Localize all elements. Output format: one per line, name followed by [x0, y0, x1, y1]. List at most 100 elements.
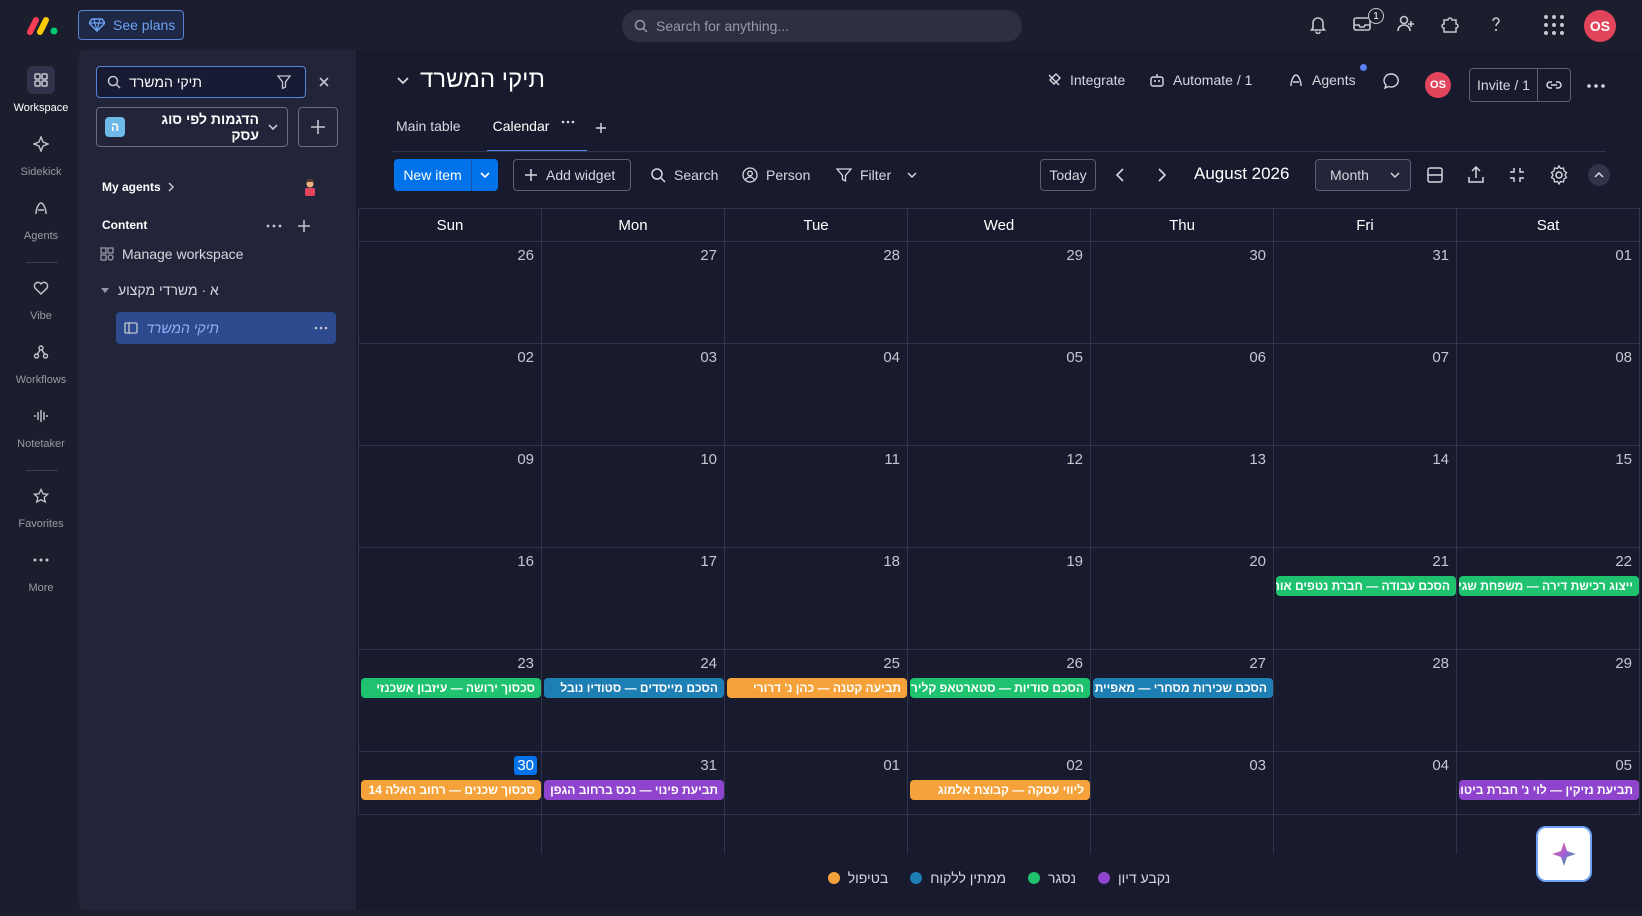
rail-item-favorites[interactable]: Favorites	[4, 482, 78, 538]
rail-item-notetaker[interactable]: Notetaker	[4, 402, 78, 458]
calendar-day-cell[interactable]: 02 ליווי עסקה — קבוצת אלמוג	[908, 752, 1091, 854]
calendar-day-cell[interactable]: 14	[1274, 446, 1457, 547]
close-icon[interactable]	[314, 72, 334, 92]
apps-puzzle-icon[interactable]	[1440, 14, 1464, 38]
rail-item-workflows[interactable]: Workflows	[4, 338, 78, 394]
invite-members-icon[interactable]	[1396, 14, 1420, 38]
add-workspace-item-button[interactable]	[298, 107, 338, 147]
board-user-avatar[interactable]: OS	[1425, 72, 1451, 98]
tab-main-table[interactable]: Main table	[396, 114, 461, 152]
calendar-day-cell[interactable]: 06	[1091, 344, 1274, 445]
calendar-day-cell[interactable]: 04	[1274, 752, 1457, 854]
new-item-button[interactable]: New item	[394, 159, 472, 191]
calendar-event[interactable]: ליווי עסקה — קבוצת אלמוג	[910, 780, 1090, 800]
calendar-event[interactable]: הסכם שכירות מסחרי — מאפיית לוי	[1093, 678, 1273, 698]
calendar-day-cell[interactable]: 15	[1457, 446, 1639, 547]
calendar-day-cell[interactable]: 05	[908, 344, 1091, 445]
chat-bubble-icon[interactable]	[1382, 72, 1400, 90]
tab-calendar[interactable]: Calendar	[486, 114, 588, 152]
chevron-right-icon[interactable]	[1150, 164, 1172, 186]
calendar-day-cell[interactable]: 26	[359, 242, 542, 343]
calendar-day-cell[interactable]: 08	[1457, 344, 1639, 445]
calendar-event[interactable]: תביעת פינוי — נכס ברחוב הגפן	[544, 780, 724, 800]
integrate-button[interactable]: Integrate	[1046, 72, 1125, 88]
monday-logo[interactable]	[26, 12, 60, 38]
calendar-event[interactable]: תביעה קטנה — כהן נ' דרורי	[727, 678, 907, 698]
rail-item-sidekick[interactable]: Sidekick	[4, 130, 78, 186]
board-more-icon[interactable]	[1584, 74, 1608, 98]
calendar-day-cell[interactable]: 04	[725, 344, 908, 445]
calendar-day-cell[interactable]: 16	[359, 548, 542, 649]
more-options-icon[interactable]	[314, 326, 328, 330]
agents-button[interactable]: Agents	[1288, 72, 1356, 88]
calendar-day-cell[interactable]: 29	[908, 242, 1091, 343]
layout-icon[interactable]	[1424, 164, 1446, 186]
calendar-day-cell[interactable]: 31 תביעת פינוי — נכס ברחוב הגפן	[542, 752, 725, 854]
board-item-active[interactable]: תיקי המשרד	[116, 312, 336, 344]
calendar-day-cell[interactable]: 12	[908, 446, 1091, 547]
calendar-day-cell[interactable]: 03	[1091, 752, 1274, 854]
bell-icon[interactable]	[1308, 14, 1332, 38]
calendar-day-cell[interactable]: 01	[1457, 242, 1639, 343]
calendar-event[interactable]: תביעת נזיקין — לוי נ' חברת ביטוח	[1459, 780, 1639, 800]
help-icon[interactable]	[1486, 14, 1510, 38]
calendar-day-cell[interactable]: 21 הסכם עבודה — חברת נטפים אור	[1274, 548, 1457, 649]
add-widget-button[interactable]: Add widget	[513, 159, 631, 191]
global-search-input[interactable]	[656, 18, 996, 34]
workspace-selector[interactable]: ה הדגמות לפי סוג עסק	[96, 107, 288, 147]
calendar-day-cell[interactable]: 01	[725, 752, 908, 854]
calendar-day-cell[interactable]: 30	[1091, 242, 1274, 343]
calendar-day-cell[interactable]: 13	[1091, 446, 1274, 547]
calendar-day-cell[interactable]: 28	[725, 242, 908, 343]
add-view-plus-icon[interactable]	[595, 114, 607, 152]
calendar-event[interactable]: סכסוך שכנים — רחוב האלה 14	[361, 780, 541, 800]
calendar-event[interactable]: סכסוך ירושה — עיזבון אשכנזי	[361, 678, 541, 698]
chevron-down-icon[interactable]	[472, 159, 498, 191]
calendar-day-cell[interactable]: 29	[1457, 650, 1639, 751]
more-options-icon[interactable]	[264, 216, 284, 236]
calendar-day-cell[interactable]: 22 ייצוג רכישת דירה — משפחת שגיא	[1457, 548, 1639, 649]
calendar-day-cell[interactable]: 28	[1274, 650, 1457, 751]
inbox-icon[interactable]: 1	[1352, 8, 1384, 38]
person-filter-button[interactable]: Person	[742, 159, 810, 191]
rail-item-workspace[interactable]: Workspace	[4, 66, 78, 122]
folder-item[interactable]: א · משרדי מקצוע	[100, 282, 219, 298]
manage-workspace-link[interactable]: Manage workspace	[100, 246, 243, 262]
calendar-day-cell[interactable]: 30 סכסוך שכנים — רחוב האלה 14	[359, 752, 542, 854]
link-icon[interactable]	[1538, 79, 1570, 91]
ai-assistant-button[interactable]	[1536, 826, 1592, 882]
calendar-day-cell[interactable]: 17	[542, 548, 725, 649]
export-icon[interactable]	[1465, 164, 1487, 186]
more-options-icon[interactable]	[561, 120, 575, 124]
settings-gear-icon[interactable]	[1548, 164, 1570, 186]
calendar-day-cell[interactable]: 19	[908, 548, 1091, 649]
calendar-day-cell[interactable]: 31	[1274, 242, 1457, 343]
calendar-day-cell[interactable]: 26 הסכם סודיות — סטארטאפ קליר	[908, 650, 1091, 751]
calendar-day-cell[interactable]: 18	[725, 548, 908, 649]
collapse-fullscreen-icon[interactable]	[1506, 164, 1528, 186]
calendar-day-cell[interactable]: 09	[359, 446, 542, 547]
calendar-day-cell[interactable]: 11	[725, 446, 908, 547]
workspace-search-input[interactable]	[129, 74, 269, 90]
calendar-event[interactable]: הסכם עבודה — חברת נטפים אור	[1276, 576, 1456, 596]
invite-button[interactable]: Invite / 1	[1470, 69, 1538, 101]
calendar-day-cell[interactable]: 20	[1091, 548, 1274, 649]
filter-button[interactable]: Filter	[836, 159, 917, 191]
workspace-search-box[interactable]	[96, 66, 306, 98]
calendar-day-cell[interactable]: 03	[542, 344, 725, 445]
calendar-event[interactable]: הסכם מייסדים — סטודיו נובל	[544, 678, 724, 698]
agent-avatar-icon[interactable]	[300, 178, 320, 198]
calendar-day-cell[interactable]: 25 תביעה קטנה — כהן נ' דרורי	[725, 650, 908, 751]
collapse-header-button[interactable]	[1588, 164, 1610, 186]
calendar-day-cell[interactable]: 23 סכסוך ירושה — עיזבון אשכנזי	[359, 650, 542, 751]
automate-button[interactable]: Automate / 1	[1149, 72, 1252, 88]
my-agents-link[interactable]: My agents	[102, 180, 175, 194]
calendar-day-cell[interactable]: 02	[359, 344, 542, 445]
calendar-event[interactable]: הסכם סודיות — סטארטאפ קליר	[910, 678, 1090, 698]
global-search-bar[interactable]	[622, 10, 1022, 42]
chevron-down-icon[interactable]	[907, 170, 917, 180]
calendar-day-cell[interactable]: 07	[1274, 344, 1457, 445]
calendar-event[interactable]: ייצוג רכישת דירה — משפחת שגיא	[1459, 576, 1639, 596]
see-plans-button[interactable]: See plans	[78, 10, 184, 40]
calendar-day-cell[interactable]: 10	[542, 446, 725, 547]
